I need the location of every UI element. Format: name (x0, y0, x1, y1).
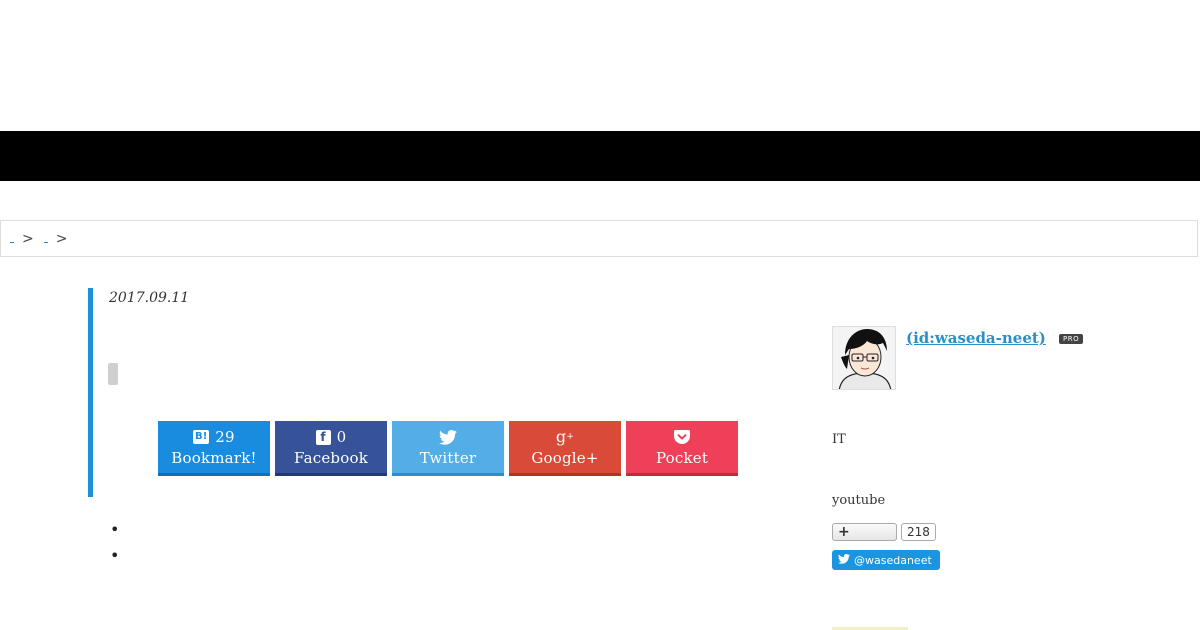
plus-icon: + (838, 524, 850, 540)
subscriber-count: 218 (901, 523, 936, 541)
twitter-follow-button[interactable]: @wasedaneet (832, 550, 940, 570)
breadcrumb-separator: > (22, 230, 34, 247)
share-label: Pocket (655, 449, 709, 467)
google-plus-icon: g + (555, 427, 575, 446)
share-count: 29 (215, 428, 235, 446)
list-item (110, 520, 119, 546)
author-link[interactable]: (id:waseda-neet) (906, 329, 1046, 347)
header-bar (0, 131, 1200, 181)
follow-label: @wasedaneet (854, 553, 932, 567)
share-label: Facebook (294, 449, 368, 467)
facebook-icon: f (315, 429, 331, 445)
pocket-icon (674, 429, 690, 445)
twitter-share-button[interactable]: Twitter (392, 421, 504, 476)
hatena-b-icon: B! (193, 430, 210, 444)
youtube-text: youtube (832, 493, 886, 508)
list-item (110, 546, 119, 572)
share-label: Google+ (531, 449, 599, 467)
post-date: 2017.09.11 (109, 290, 190, 306)
share-buttons: B! 29 Bookmark! f 0 Facebook Twitter g+ (158, 421, 738, 476)
subscribe-button[interactable]: + (832, 523, 897, 541)
breadcrumb-link-category[interactable] (43, 234, 48, 243)
facebook-share-button[interactable]: f 0 Facebook (275, 421, 387, 476)
article-header: 2017.09.11 B! 29 Bookmark! f 0 Facebook … (88, 288, 768, 497)
pocket-share-button[interactable]: Pocket (626, 421, 738, 476)
profile-description: IT (832, 432, 846, 447)
avatar[interactable] (832, 326, 896, 390)
share-label: Bookmark! (171, 449, 257, 467)
breadcrumb: > > (0, 220, 1198, 257)
twitter-bird-icon (838, 553, 850, 567)
accent-bar (88, 288, 93, 497)
pro-badge: PRO (1059, 334, 1084, 344)
hatena-bookmark-button[interactable]: B! 29 Bookmark! (158, 421, 270, 476)
reader-subscribe: + 218 (832, 523, 936, 541)
category-tag[interactable] (108, 363, 118, 385)
google-plus-share-button[interactable]: g + Google+ (509, 421, 621, 476)
share-label: Twitter (419, 449, 477, 467)
breadcrumb-separator: > (55, 230, 68, 247)
toc-list (110, 520, 119, 572)
breadcrumb-link-home[interactable] (10, 234, 14, 243)
twitter-bird-icon (439, 429, 457, 445)
share-count: 0 (336, 428, 347, 446)
